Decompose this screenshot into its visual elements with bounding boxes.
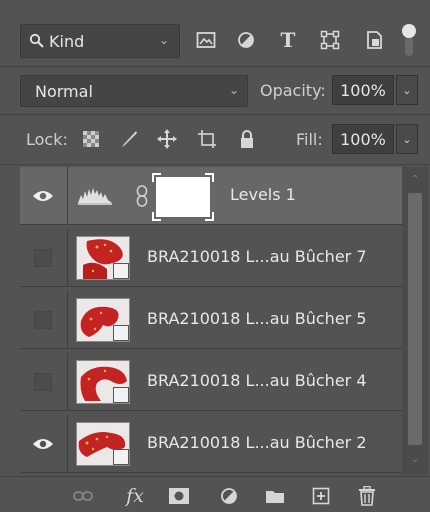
divider [0, 114, 430, 115]
layer-name: Levels 1 [230, 185, 296, 204]
scrollbar-thumb[interactable] [408, 193, 422, 445]
smart-object-badge-icon [113, 325, 129, 341]
layer-row[interactable]: BRA210018 L...au Bûcher 7 [20, 229, 402, 287]
mask-icon[interactable] [168, 485, 190, 507]
layers-list: Levels 1 BRA210018 L...au Bûcher 7 BRA21… [20, 167, 402, 475]
layer-filter-row: Kind ⌄ T [0, 18, 430, 66]
smart-object-badge-icon [113, 263, 129, 279]
scroll-down-icon[interactable]: ⌄ [408, 453, 422, 467]
layer-thumbnail [76, 236, 130, 280]
layer-name: BRA210018 L...au Bûcher 5 [147, 309, 367, 328]
layers-bottom-toolbar: fx [0, 476, 430, 512]
layer-mask-thumbnail[interactable] [152, 173, 214, 221]
layer-row-levels[interactable]: Levels 1 [20, 167, 402, 225]
eye-icon [33, 191, 53, 201]
image-filter-icon[interactable] [194, 28, 218, 52]
layers-scrollbar[interactable]: ⌃ ⌄ [402, 167, 428, 475]
chain-link-icon[interactable] [136, 185, 148, 211]
folder-icon[interactable] [264, 485, 286, 507]
divider [0, 164, 430, 165]
filter-toggle-track [405, 36, 413, 56]
kind-filter-label: Kind [49, 31, 85, 51]
divider [67, 415, 68, 473]
chevron-down-icon: ⌄ [228, 83, 239, 97]
link-icon[interactable] [72, 485, 94, 507]
divider [67, 167, 68, 225]
scroll-up-icon[interactable]: ⌃ [408, 173, 422, 187]
visibility-toggle[interactable] [20, 229, 66, 287]
blend-mode-select[interactable]: Normal ⌄ [20, 75, 248, 107]
divider [67, 353, 68, 411]
filter-toggle-switch[interactable] [400, 24, 418, 58]
layer-thumbnail [76, 298, 130, 342]
layers-panel: Kind ⌄ T Normal ⌄ Opacity: 100% ⌄ Lock: … [0, 0, 430, 512]
layer-name: BRA210018 L...au Bûcher 2 [147, 433, 367, 452]
smart-object-badge-icon [113, 387, 129, 403]
visibility-toggle[interactable] [20, 415, 66, 473]
search-icon [29, 33, 44, 48]
layer-row[interactable]: BRA210018 L...au Bûcher 5 [20, 291, 402, 349]
fill-dropdown-button[interactable]: ⌄ [396, 124, 418, 154]
visibility-toggle[interactable] [20, 353, 66, 411]
eye-icon [33, 439, 53, 449]
kind-filter-select[interactable]: Kind ⌄ [20, 24, 180, 58]
blend-mode-value: Normal [35, 81, 93, 101]
lock-image-pixels-icon[interactable] [118, 128, 140, 150]
lock-label: Lock: [26, 130, 68, 149]
divider [67, 229, 68, 287]
chevron-down-icon: ⌄ [402, 132, 412, 146]
layer-row[interactable]: BRA210018 L...au Bûcher 2 [20, 415, 402, 473]
fx-label: fx [126, 485, 144, 507]
type-filter-icon[interactable]: T [276, 28, 300, 52]
divider [0, 66, 430, 67]
fill-label: Fill: [296, 130, 323, 149]
opacity-label: Opacity: [260, 81, 326, 100]
trash-icon[interactable] [356, 485, 378, 507]
layer-thumbnail [76, 422, 130, 466]
new-layer-icon[interactable] [310, 485, 332, 507]
layer-name: BRA210018 L...au Bûcher 7 [147, 247, 367, 266]
visibility-toggle[interactable] [20, 167, 66, 225]
shape-filter-icon[interactable] [318, 28, 342, 52]
divider [67, 291, 68, 349]
blend-row: Normal ⌄ Opacity: 100% ⌄ [0, 70, 430, 114]
lock-row: Lock: Fill: 100% ⌄ [0, 118, 430, 162]
chevron-down-icon: ⌄ [402, 83, 412, 97]
lock-transparent-pixels-icon[interactable] [80, 128, 102, 150]
fx-icon[interactable]: fx [122, 485, 148, 507]
smart-object-badge-icon [113, 449, 129, 465]
levels-adjustment-icon [78, 185, 112, 209]
filter-toggle-knob [402, 24, 416, 38]
smart-object-filter-icon[interactable] [362, 28, 386, 52]
adjustment-icon[interactable] [218, 485, 240, 507]
layer-name: BRA210018 L...au Bûcher 4 [147, 371, 367, 390]
chevron-down-icon: ⌄ [158, 33, 169, 47]
opacity-input[interactable]: 100% [332, 75, 394, 105]
lock-position-icon[interactable] [156, 128, 178, 150]
fill-input[interactable]: 100% [332, 124, 394, 154]
lock-all-icon[interactable] [236, 128, 258, 150]
visibility-toggle[interactable] [20, 291, 66, 349]
lock-artboard-icon[interactable] [196, 128, 218, 150]
layer-thumbnail [76, 360, 130, 404]
layer-row[interactable]: BRA210018 L...au Bûcher 4 [20, 353, 402, 411]
opacity-dropdown-button[interactable]: ⌄ [396, 75, 418, 105]
adjustment-filter-icon[interactable] [234, 28, 258, 52]
